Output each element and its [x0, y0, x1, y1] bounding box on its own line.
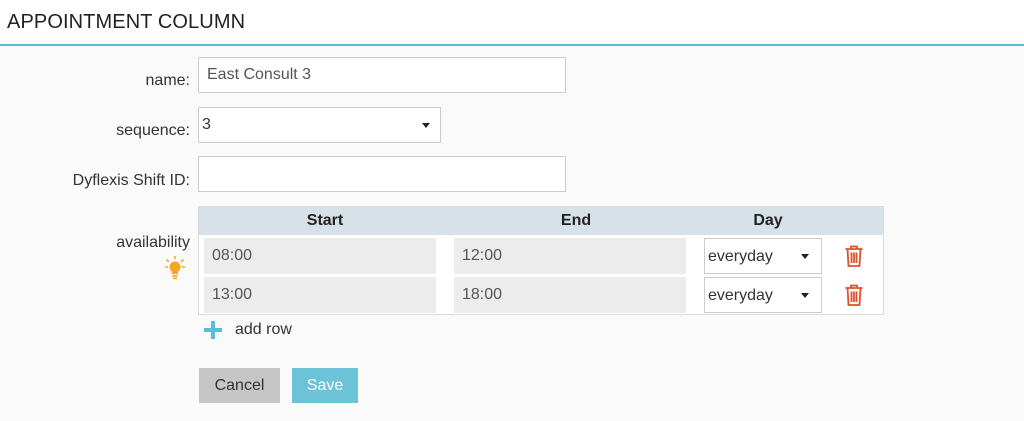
trash-icon[interactable]	[845, 284, 863, 306]
column-header-start: Start	[306, 212, 344, 229]
column-header-day: Day	[753, 212, 783, 229]
sequence-value: 3	[202, 116, 211, 133]
name-input[interactable]	[198, 57, 566, 93]
save-button[interactable]: Save	[292, 368, 358, 403]
availability-table: Start End Day 08:00 12:00 everyday 13:00…	[198, 206, 884, 315]
add-row-button[interactable]: add row	[204, 318, 292, 342]
sequence-label: sequence:	[116, 122, 190, 139]
day-select[interactable]: everyday	[704, 277, 822, 313]
caret-down-icon	[801, 293, 809, 298]
page-title: APPOINTMENT COLUMN	[7, 11, 246, 33]
trash-icon[interactable]	[845, 245, 863, 267]
form-container: name: sequence: 3 Dyflexis Shift ID: ava…	[0, 46, 1024, 421]
dyflexis-shift-label: Dyflexis Shift ID:	[72, 172, 190, 189]
page-header: APPOINTMENT COLUMN	[0, 0, 1024, 46]
column-header-end: End	[560, 212, 592, 229]
availability-label: availability	[116, 234, 190, 251]
caret-down-icon	[422, 123, 430, 128]
start-time-input[interactable]: 13:00	[204, 277, 436, 313]
name-label: name:	[145, 72, 190, 89]
end-time-input[interactable]: 18:00	[454, 277, 686, 313]
cancel-button[interactable]: Cancel	[199, 368, 280, 403]
lightbulb-icon[interactable]	[165, 256, 185, 280]
dyflexis-shift-input[interactable]	[198, 156, 566, 192]
sequence-select[interactable]: 3	[198, 107, 441, 143]
caret-down-icon	[801, 254, 809, 259]
plus-icon	[204, 321, 222, 339]
add-row-label: add row	[235, 321, 292, 338]
end-time-input[interactable]: 12:00	[454, 238, 686, 274]
start-time-input[interactable]: 08:00	[204, 238, 436, 274]
table-header: Start End Day	[199, 207, 883, 235]
day-value: everyday	[708, 248, 773, 265]
day-value: everyday	[708, 287, 773, 304]
day-select[interactable]: everyday	[704, 238, 822, 274]
